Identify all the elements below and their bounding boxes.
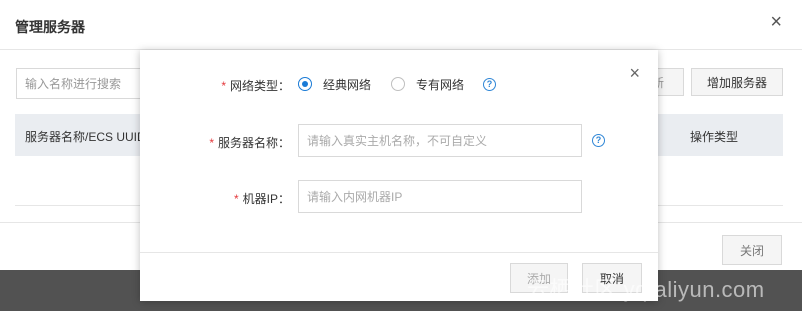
help-icon[interactable]: ? [592,134,605,147]
search-box[interactable] [16,68,146,99]
help-icon[interactable]: ? [483,77,497,91]
close-button[interactable]: 关闭 [722,235,782,265]
dialog-header: 管理服务器 × [0,0,802,50]
close-icon[interactable]: × [770,12,782,32]
required-mark: * [221,79,226,93]
server-name-row: *服务器名称： ? [140,124,658,157]
modal-footer-divider [140,252,658,253]
machine-ip-row: * 机器IP： [140,180,658,213]
add-server-modal: × *网络类型： 经典网络 专有网络 ? *服务器名称： ? *机器IP： 添加… [140,50,658,301]
server-name-field[interactable] [298,124,582,157]
radio-vpc-network[interactable] [391,77,406,91]
machine-ip-label-text: 机器IP： [242,192,290,206]
dialog-title: 管理服务器 [15,19,85,35]
machine-ip-input[interactable] [299,181,581,212]
server-name-label-text: 服务器名称： [217,136,290,150]
network-type-label: * 网络类型： [221,77,290,94]
server-name-input[interactable] [299,125,581,156]
search-input[interactable] [17,69,145,98]
machine-ip-field[interactable] [298,180,582,213]
watermark: 云栖社区 yq.aliyun.com [527,277,765,302]
radio-classic-network-label[interactable]: 经典网络 [323,76,371,93]
network-type-label-text: 网络类型： [229,79,290,93]
radio-classic-network[interactable] [298,77,312,91]
network-type-row: * 网络类型： 经典网络 专有网络 ? [140,75,658,93]
required-mark: * [233,192,239,206]
column-header-operation: 操作类型 [690,130,739,144]
column-header-server: 服务器名称/ECS UUID [25,130,146,144]
machine-ip-label: * 机器IP： [234,190,290,207]
network-type-radio-group: 经典网络 专有网络 ? [298,75,497,93]
server-name-label: * 服务器名称： [209,134,290,151]
add-server-button[interactable]: 增加服务器 [691,68,783,96]
radio-vpc-network-label[interactable]: 专有网络 [416,76,464,93]
required-mark: * [209,136,214,150]
